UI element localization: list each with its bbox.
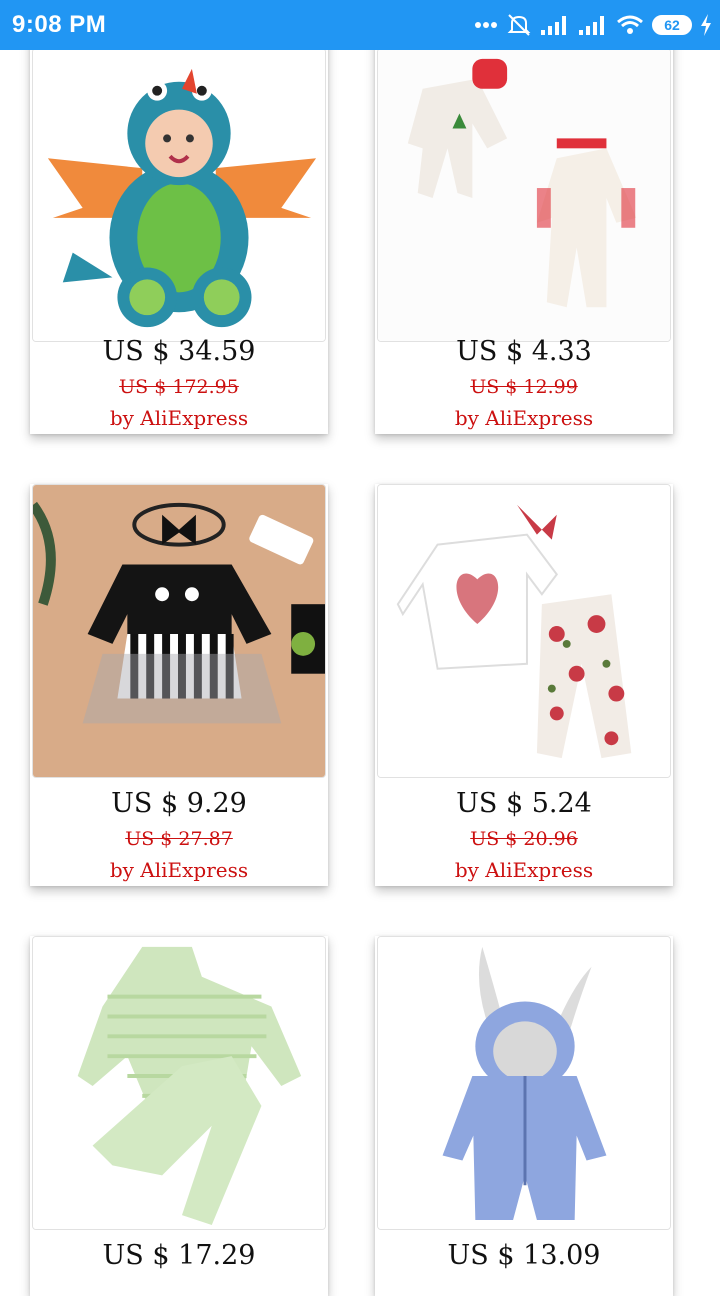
product-original-price: US $ 27.87: [125, 828, 233, 850]
product-seller: by AliExpress: [109, 858, 249, 882]
product-seller: by AliExpress: [109, 406, 249, 430]
signal-icon: [579, 16, 604, 35]
product-image[interactable]: [32, 484, 326, 778]
product-price: US $ 17.29: [102, 1240, 256, 1271]
status-time: 9:08 PM: [12, 11, 107, 38]
product-card[interactable]: US $ 17.29: [30, 936, 328, 1296]
product-price: US $ 9.29: [111, 788, 247, 819]
product-image[interactable]: [32, 936, 326, 1230]
product-image[interactable]: [377, 484, 671, 778]
product-price: US $ 13.09: [447, 1240, 601, 1271]
product-seller: by AliExpress: [454, 858, 594, 882]
product-card[interactable]: US $ 34.59 US $ 172.95 by AliExpress: [30, 30, 328, 434]
product-seller: by AliExpress: [454, 406, 594, 430]
product-card[interactable]: US $ 9.29 US $ 27.87 by AliExpress: [30, 484, 328, 886]
product-image[interactable]: [32, 48, 326, 342]
battery-level: 62: [652, 15, 692, 35]
alarm-off-icon: [507, 14, 531, 36]
product-price: US $ 4.33: [456, 336, 592, 367]
product-image[interactable]: [377, 936, 671, 1230]
product-image[interactable]: [377, 48, 671, 342]
status-icons: 62: [474, 10, 712, 40]
product-card[interactable]: US $ 13.09: [375, 936, 673, 1296]
product-original-price: US $ 20.96: [470, 828, 578, 850]
signal-icon: [541, 16, 566, 35]
battery-indicator: 62: [652, 15, 692, 35]
product-card[interactable]: US $ 4.33 US $ 12.99 by AliExpress: [375, 30, 673, 434]
charging-bolt-icon: [701, 14, 711, 36]
product-price: US $ 5.24: [456, 788, 592, 819]
product-price: US $ 34.59: [102, 336, 256, 367]
wifi-icon: [617, 15, 643, 34]
product-original-price: US $ 12.99: [470, 376, 578, 398]
product-original-price: US $ 172.95: [119, 376, 239, 398]
more-dots-icon: [475, 22, 497, 28]
status-bar: 9:08 PM 62: [0, 0, 720, 50]
product-card[interactable]: US $ 5.24 US $ 20.96 by AliExpress: [375, 484, 673, 886]
